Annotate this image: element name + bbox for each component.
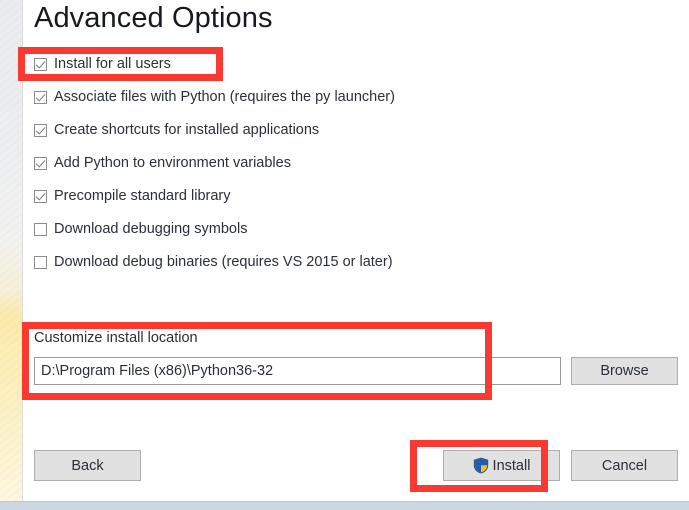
checkbox-unchecked-icon[interactable] [34,223,47,236]
option-label: Precompile standard library [54,188,231,205]
back-button[interactable]: Back [34,450,141,481]
browse-button[interactable]: Browse [571,357,678,385]
option-row-precompile-stdlib[interactable]: Precompile standard library [34,180,674,213]
option-label: Associate files with Python (requires th… [54,89,395,106]
install-path-input[interactable] [34,357,561,385]
option-row-download-debug-symbols[interactable]: Download debugging symbols [34,213,674,246]
option-row-associate-files[interactable]: Associate files with Python (requires th… [34,81,674,114]
install-button-label: Install [492,457,531,474]
option-row-create-shortcuts[interactable]: Create shortcuts for installed applicati… [34,114,674,147]
checkbox-checked-icon[interactable] [34,58,47,71]
option-label: Add Python to environment variables [54,155,291,172]
uac-shield-icon [473,457,488,474]
checkbox-checked-icon[interactable] [34,91,47,104]
installer-advanced-options-page: Advanced Options Install for all users A… [0,0,689,510]
side-banner-image [0,0,22,502]
option-label: Download debug binaries (requires VS 201… [54,254,393,271]
checkbox-checked-icon[interactable] [34,190,47,203]
cancel-button[interactable]: Cancel [571,450,678,481]
footer-bar [0,501,689,510]
customize-install-location-label: Customize install location [34,330,198,346]
option-row-download-debug-binaries[interactable]: Download debug binaries (requires VS 201… [34,246,674,279]
option-label: Install for all users [54,56,171,73]
page-title: Advanced Options [34,2,273,34]
advanced-options-list: Install for all users Associate files wi… [34,48,674,279]
checkbox-checked-icon[interactable] [34,124,47,137]
option-label: Download debugging symbols [54,221,248,238]
content-panel: Advanced Options Install for all users A… [23,0,689,501]
option-row-install-for-all-users[interactable]: Install for all users [34,48,674,81]
checkbox-unchecked-icon[interactable] [34,256,47,269]
install-button[interactable]: Install [443,450,560,481]
checkbox-checked-icon[interactable] [34,157,47,170]
option-label: Create shortcuts for installed applicati… [54,122,320,139]
option-row-add-python-to-env[interactable]: Add Python to environment variables [34,147,674,180]
